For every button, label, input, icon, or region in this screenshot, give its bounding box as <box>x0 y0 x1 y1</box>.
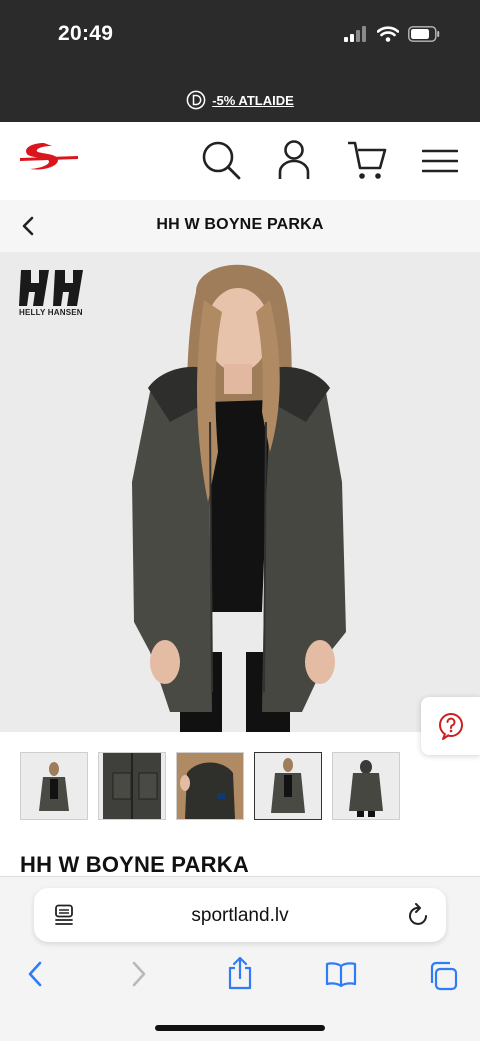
reload-icon[interactable] <box>408 903 430 927</box>
cart-icon[interactable] <box>347 140 387 182</box>
title-bar: HH W BOYNE PARKA <box>0 200 480 252</box>
tabs-icon[interactable] <box>428 961 458 991</box>
back-icon[interactable] <box>26 961 44 987</box>
browser-bottom-bar: sportland.lv <box>0 876 480 1041</box>
search-icon[interactable] <box>201 140 241 180</box>
signal-icon <box>344 26 366 42</box>
thumbnail-4[interactable] <box>254 752 322 820</box>
url-text: sportland.lv <box>191 905 289 926</box>
site-header <box>0 122 480 200</box>
thumbnail-3[interactable] <box>176 752 244 820</box>
model-in-parka-photo <box>132 264 346 732</box>
thumbnail-1[interactable] <box>20 752 88 820</box>
bookmarks-icon[interactable] <box>325 961 357 987</box>
help-question-icon <box>438 713 463 740</box>
page-title: HH W BOYNE PARKA <box>156 216 324 233</box>
discount-circle-icon <box>186 90 206 110</box>
account-icon[interactable] <box>277 140 311 180</box>
promo-bar[interactable]: -5% ATLAIDE <box>0 78 480 122</box>
promo-link[interactable]: -5% ATLAIDE <box>212 93 294 108</box>
thumbnail-5[interactable] <box>332 752 400 820</box>
thumbnail-strip <box>20 752 400 820</box>
wifi-icon <box>377 26 399 42</box>
forward-icon[interactable] <box>130 961 148 987</box>
menu-icon[interactable] <box>422 149 458 173</box>
help-button[interactable] <box>421 697 480 755</box>
thumbnail-2[interactable] <box>98 752 166 820</box>
product-main-image[interactable]: HELLY HANSEN <box>0 252 480 732</box>
status-icons <box>344 26 440 42</box>
address-bar[interactable]: sportland.lv <box>34 888 446 942</box>
product-name: HH W BOYNE PARKA <box>20 852 249 877</box>
share-icon[interactable] <box>226 956 254 990</box>
status-bar: 20:49 <box>0 0 480 78</box>
sportland-logo[interactable] <box>18 140 80 185</box>
status-time: 20:49 <box>58 22 114 45</box>
battery-icon <box>408 26 440 42</box>
home-indicator[interactable] <box>155 1025 325 1031</box>
